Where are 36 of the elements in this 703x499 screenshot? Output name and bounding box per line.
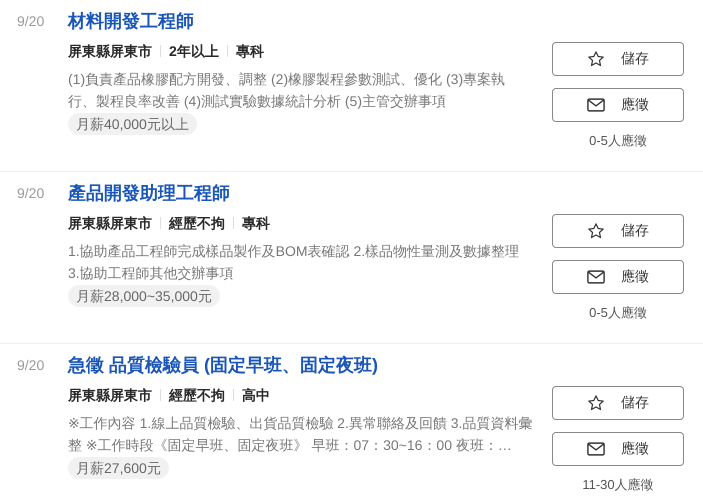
apply-button[interactable]: 應徵 (552, 432, 684, 466)
job-requirement: 專科 (242, 214, 270, 233)
job-title-link[interactable]: 急徵 品質檢驗員 (固定早班、固定夜班) (68, 353, 378, 377)
post-date: 9/20 (17, 356, 46, 375)
job-description: ※工作內容 1.線上品質檢驗、出貨品質檢驗 2.異常聯絡及回饋 3.品質資料彙整 ※工作時段《固定早班、固定夜班》 早班：07：30~16：00 夜班：… (68, 414, 533, 455)
job-requirement: 2年以上 (169, 42, 219, 61)
job-description: (1)負責產品橡膠配方開發、調整 (2)橡膠製程參數測試、優化 (3)專案執行、製程良率改善 (4)測試實驗數據統計分析 (5)主管交辦事項 (68, 70, 506, 111)
star-icon (587, 394, 605, 412)
job-description: 1.協助產品工程師完成樣品製作及BOM表確認 2.樣品物性量測及數據整理 3.協助工程師其他交辦事項 (68, 242, 520, 283)
salary-tag: 月薪28,000~35,000元 (68, 285, 220, 307)
apply-button[interactable]: 應徵 (552, 88, 684, 122)
applicant-count: 0-5人應徵 (589, 132, 647, 150)
star-icon (587, 50, 605, 68)
job-requirement: 屏東縣屏東市 (68, 42, 152, 61)
applicant-count: 11-30人應徵 (582, 476, 654, 494)
envelope-icon (587, 269, 605, 285)
job-requirement: 屏東縣屏東市 (68, 214, 152, 233)
envelope-icon (587, 441, 605, 457)
post-date: 9/20 (17, 12, 46, 31)
job-requirement: 高中 (242, 386, 270, 405)
applicant-count: 0-5人應徵 (589, 304, 647, 322)
save-button[interactable]: 儲存 (552, 386, 684, 420)
salary-tag: 月薪40,000元以上 (68, 113, 197, 135)
job-requirement: 經歷不拘 (169, 214, 225, 233)
post-date: 9/20 (17, 184, 46, 203)
envelope-icon (587, 97, 605, 113)
job-title-link[interactable]: 產品開發助理工程師 (68, 181, 230, 205)
save-button[interactable]: 儲存 (552, 214, 684, 248)
job-requirement: 專科 (236, 42, 264, 61)
star-icon (587, 222, 605, 240)
job-title-link[interactable]: 材料開發工程師 (68, 9, 194, 33)
save-button[interactable]: 儲存 (552, 42, 684, 76)
job-requirement: 經歷不拘 (169, 386, 225, 405)
salary-tag: 月薪27,600元 (68, 457, 169, 479)
apply-button[interactable]: 應徵 (552, 260, 684, 294)
job-requirement: 屏東縣屏東市 (68, 386, 152, 405)
